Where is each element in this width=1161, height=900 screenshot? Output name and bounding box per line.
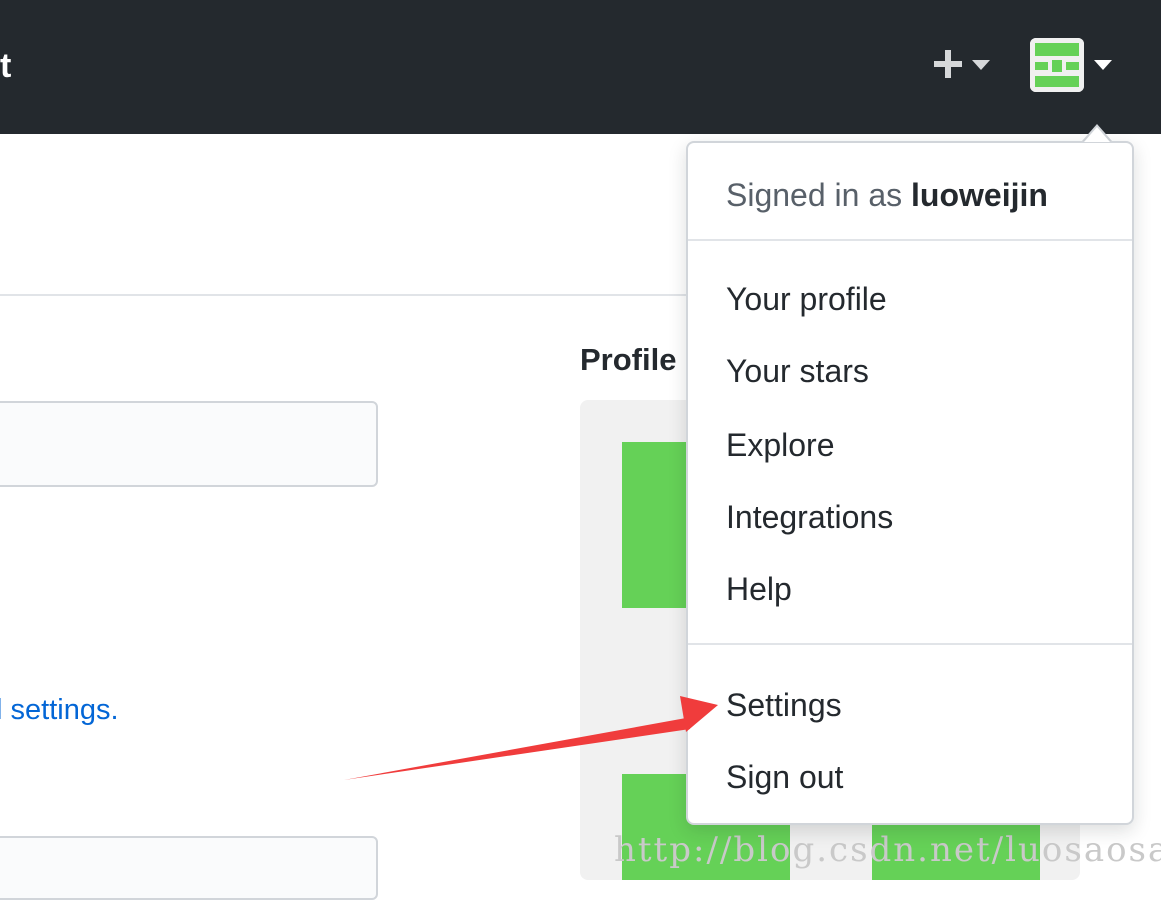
- avatar: [1030, 38, 1084, 92]
- signed-in-header: Signed in as luoweijin: [726, 173, 1048, 217]
- profile-picture-heading: Profile: [580, 342, 677, 377]
- settings-link-period: .: [110, 694, 119, 726]
- menu-item-your-profile[interactable]: Your profile: [726, 277, 887, 321]
- settings-link-text: l settings.: [0, 690, 119, 730]
- caret-down-icon: [1094, 60, 1112, 70]
- top-header: t: [0, 0, 1161, 134]
- dropdown-divider: [688, 643, 1132, 645]
- plus-icon: [934, 50, 962, 78]
- menu-item-help[interactable]: Help: [726, 567, 792, 611]
- section-divider: [0, 294, 700, 296]
- menu-item-integrations[interactable]: Integrations: [726, 495, 893, 539]
- user-avatar-menu[interactable]: [1030, 38, 1120, 92]
- dropdown-pointer-fill: [1084, 127, 1110, 142]
- menu-item-sign-out[interactable]: Sign out: [726, 755, 843, 799]
- watermark-text: http://blog.csdn.net/luosaosa: [614, 830, 1161, 870]
- signed-in-username: luoweijin: [911, 177, 1048, 213]
- caret-down-icon: [972, 60, 990, 70]
- dropdown-divider: [688, 239, 1132, 241]
- create-new-menu[interactable]: [930, 44, 996, 84]
- signed-in-prefix: Signed in as: [726, 177, 903, 213]
- header-nav-text[interactable]: t: [0, 46, 11, 86]
- menu-item-explore[interactable]: Explore: [726, 423, 835, 467]
- identicon-avatar-icon: [1030, 38, 1084, 92]
- settings-link[interactable]: settings: [11, 694, 111, 726]
- settings-link-leading: l: [0, 694, 2, 726]
- menu-item-settings[interactable]: Settings: [726, 683, 842, 727]
- name-input[interactable]: [0, 401, 378, 487]
- user-dropdown-menu: Signed in as luoweijin Your profile Your…: [686, 141, 1134, 825]
- menu-item-your-stars[interactable]: Your stars: [726, 349, 869, 393]
- secondary-input[interactable]: [0, 836, 378, 900]
